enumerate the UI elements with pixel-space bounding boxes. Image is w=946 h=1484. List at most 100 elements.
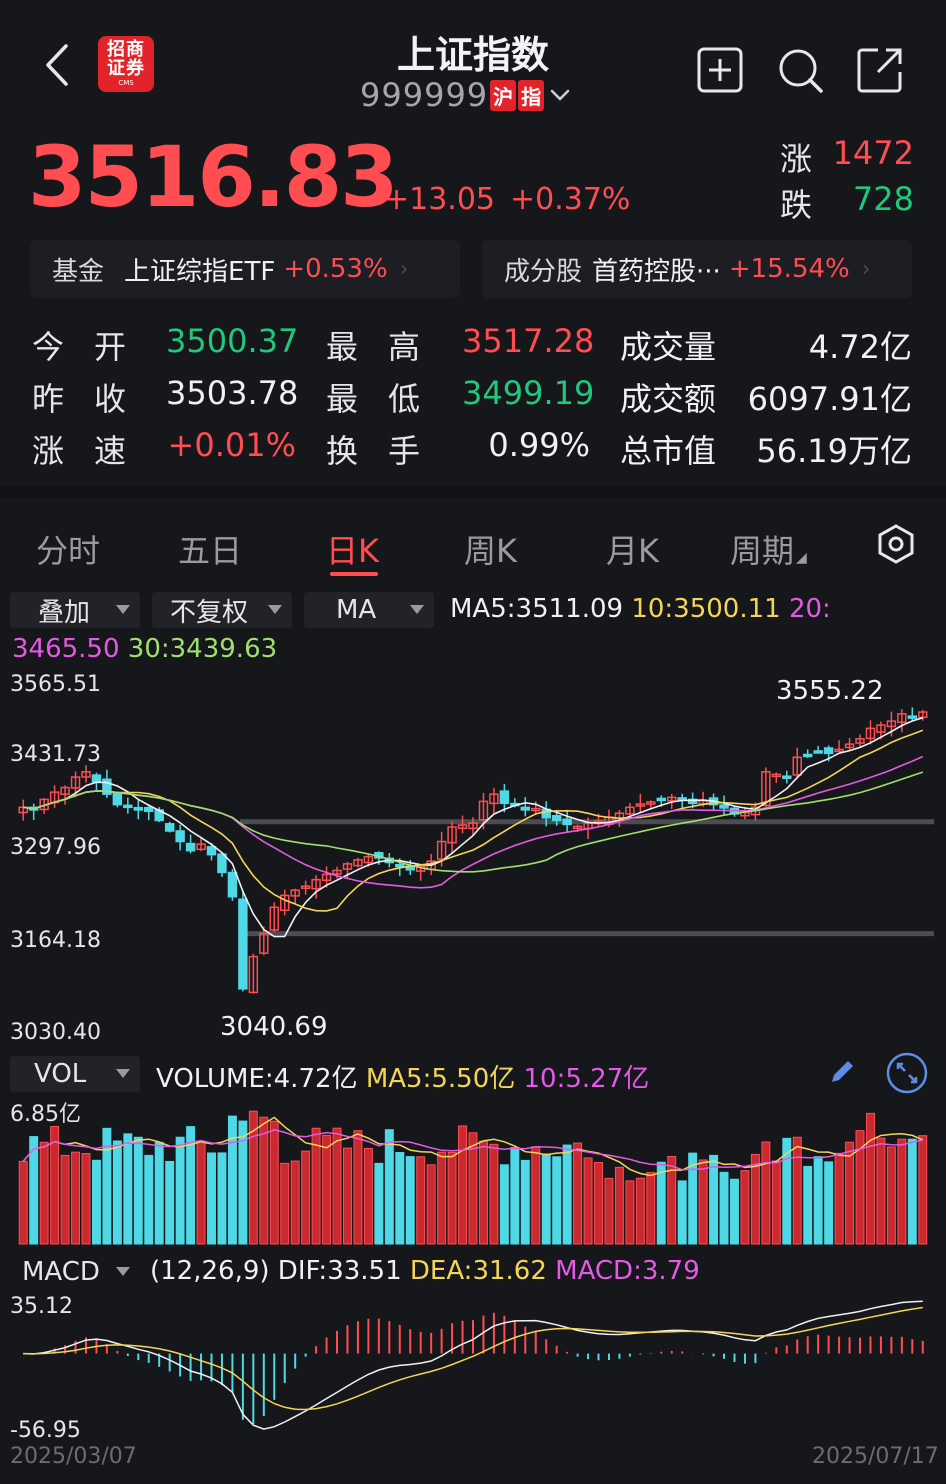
volume-bar-down bbox=[719, 1171, 729, 1245]
macd-indicator-dropdown[interactable]: MACD bbox=[10, 1254, 140, 1290]
settings-hexagon-icon[interactable] bbox=[876, 524, 916, 564]
volume-bar-down bbox=[91, 1159, 101, 1245]
volume-bar-down bbox=[803, 1165, 813, 1245]
tab-intraday[interactable]: 分时 bbox=[36, 526, 100, 572]
candlestick-chart[interactable] bbox=[0, 670, 946, 1050]
ma-legend-row1: MA5:3511.09 10:3500.11 20: bbox=[450, 594, 831, 624]
volume-bar-up bbox=[332, 1127, 342, 1245]
prev-close-value: 3503.78 bbox=[166, 374, 299, 412]
end-date: 2025/07/17 bbox=[812, 1444, 939, 1469]
volume-bar-down bbox=[395, 1152, 405, 1245]
stock-code: 999999 bbox=[360, 76, 489, 114]
volume-bar-down bbox=[154, 1141, 164, 1245]
vol-ma5-value: 5.50亿 bbox=[431, 1064, 516, 1094]
volume-indicator-dropdown[interactable]: VOL bbox=[10, 1056, 140, 1092]
price-axis-label: 3030.40 bbox=[10, 1020, 101, 1045]
price-change: +13.05 bbox=[384, 182, 496, 217]
ma30-value: 3439.63 bbox=[169, 634, 278, 664]
macd-value: 3.79 bbox=[641, 1256, 700, 1286]
adjust-label: 不复权 bbox=[170, 597, 249, 628]
volume-bar-down bbox=[541, 1153, 551, 1245]
volume-bar-up bbox=[646, 1171, 656, 1245]
candle-down bbox=[499, 790, 510, 805]
tab-weekly-k[interactable]: 周K bbox=[464, 526, 517, 572]
volume-bar-up bbox=[269, 1120, 279, 1245]
price-axis-label: 3431.73 bbox=[10, 742, 101, 767]
macd-axis-top: 35.12 bbox=[10, 1294, 73, 1319]
volume-bar-down bbox=[207, 1152, 216, 1245]
candle-down bbox=[91, 774, 102, 784]
tab-monthly-k[interactable]: 月K bbox=[606, 526, 659, 572]
tab-daily-k[interactable]: 日K bbox=[326, 526, 379, 572]
volume-bar-up bbox=[614, 1166, 624, 1245]
volume-bar-down bbox=[562, 1144, 572, 1245]
ma-dropdown[interactable]: MA bbox=[304, 592, 434, 628]
volume-selector-label: VOL bbox=[34, 1059, 87, 1089]
low-value: 3499.19 bbox=[462, 374, 595, 412]
speed-label: 涨速 bbox=[32, 432, 157, 470]
share-icon[interactable] bbox=[856, 46, 904, 94]
volume-bar-down bbox=[907, 1138, 917, 1245]
dea-label: DEA: bbox=[409, 1256, 473, 1286]
volume-bar-down bbox=[374, 1162, 384, 1245]
stock-code-selector[interactable]: 999999 沪 指 bbox=[360, 76, 572, 114]
volume-bar-up bbox=[625, 1180, 635, 1245]
volume-bar-down bbox=[405, 1156, 415, 1245]
market-cap-label: 总市值 bbox=[620, 432, 717, 470]
ma20-label: 20: bbox=[788, 594, 831, 624]
candle-down bbox=[238, 898, 248, 990]
volume-label: 成交量 bbox=[620, 328, 717, 366]
volume-bar-down bbox=[709, 1154, 719, 1245]
volume-chart[interactable] bbox=[0, 1098, 946, 1246]
vol-ma10-value: 5.27亿 bbox=[565, 1064, 650, 1094]
candle-down bbox=[112, 792, 123, 806]
volume-bar-down bbox=[813, 1156, 823, 1245]
add-watchlist-icon[interactable] bbox=[696, 46, 744, 94]
overlay-dropdown[interactable]: 叠加 bbox=[10, 592, 140, 628]
tab-five-day[interactable]: 五日 bbox=[178, 526, 242, 572]
vol-ma10-label: 10: bbox=[523, 1064, 566, 1094]
volume-bar-down bbox=[165, 1160, 175, 1245]
volume-value: 4.72亿 bbox=[273, 1064, 358, 1094]
chevron-down-icon bbox=[550, 89, 570, 101]
volume-bar-up bbox=[604, 1177, 614, 1245]
macd-legend: (12,26,9) DIF:33.51 DEA:31.62 MACD:3.79 bbox=[150, 1256, 700, 1286]
adjust-dropdown[interactable]: 不复权 bbox=[152, 592, 292, 628]
period-high-annotation: 3555.22 bbox=[776, 676, 884, 706]
volume-bar-down bbox=[112, 1140, 122, 1245]
volume-bar-up bbox=[594, 1161, 603, 1245]
component-stock-card[interactable]: 成分股 首药控股··· +15.54% › bbox=[482, 240, 912, 298]
volume-bar-up bbox=[918, 1135, 928, 1245]
volume-bar-up bbox=[416, 1156, 426, 1245]
volume-bar-up bbox=[489, 1143, 499, 1245]
chevron-right-icon: › bbox=[861, 256, 871, 282]
candle-down bbox=[907, 715, 918, 719]
dropdown-triangle-icon bbox=[268, 605, 282, 614]
related-fund-card[interactable]: 基金 上证综指ETF +0.53% › bbox=[30, 240, 460, 298]
turnover-value: 0.99% bbox=[488, 426, 590, 464]
component-key: 成分股 bbox=[504, 256, 583, 287]
current-price: 3516.83 bbox=[28, 128, 399, 226]
price-axis-label: 3164.18 bbox=[10, 928, 101, 953]
search-icon[interactable] bbox=[776, 46, 824, 94]
dea-value: 31.62 bbox=[472, 1256, 547, 1286]
dif-value: 33.51 bbox=[327, 1256, 402, 1286]
macd-params: (12,26,9) bbox=[150, 1256, 270, 1286]
amount-value: 6097.91亿 bbox=[747, 380, 912, 418]
ma20-value: 3465.50 bbox=[12, 634, 120, 664]
low-label: 最低 bbox=[326, 380, 451, 418]
volume-bar-up bbox=[39, 1141, 49, 1245]
edit-pencil-icon[interactable] bbox=[826, 1056, 858, 1088]
volume-bar-down bbox=[730, 1178, 739, 1245]
candle-down bbox=[175, 830, 185, 843]
macd-chart[interactable] bbox=[0, 1296, 946, 1446]
candle-down bbox=[144, 806, 154, 812]
volume-bar-up bbox=[740, 1170, 750, 1245]
tab-period[interactable]: 周期 ◢ bbox=[730, 526, 807, 572]
expand-icon[interactable] bbox=[886, 1052, 928, 1094]
advancers-count: 1472 bbox=[832, 134, 914, 172]
candle-down bbox=[823, 747, 834, 755]
candle-down bbox=[562, 818, 572, 826]
candle-down bbox=[133, 806, 144, 811]
candle-down bbox=[206, 846, 217, 856]
